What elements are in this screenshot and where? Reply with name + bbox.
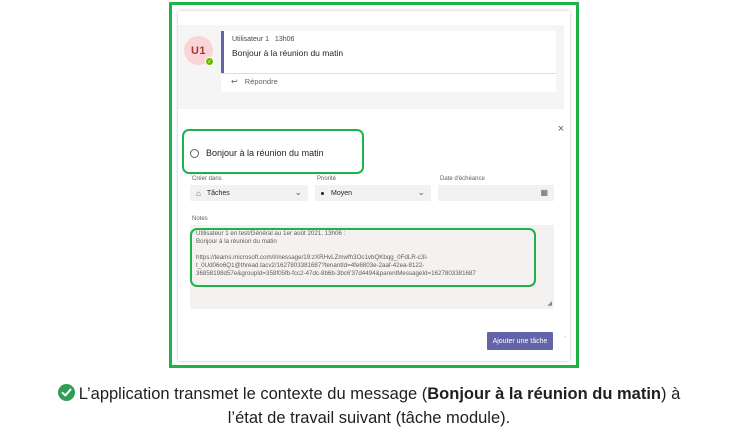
add-task-button[interactable]: Ajouter une tâche [487,332,553,350]
priority-label: Priorité [317,176,337,182]
reply-label: Répondre [244,77,278,86]
create-in-value: Tâches [206,189,230,197]
priority-value: Moyen [331,189,353,197]
message-time: 13h06 [274,36,295,43]
highlight-notes [190,228,536,287]
calendar-icon: ▦ [540,188,548,197]
due-date-picker[interactable]: ▦ [438,185,554,201]
caption-line2: l’état de travail suivant (tâche module)… [227,409,511,427]
caption-suffix: ) à [661,385,681,403]
complete-task-radio[interactable] [190,148,199,158]
chevron-down-icon: ⌄ [417,187,425,197]
reply-arrow-icon: ↩ [231,77,238,86]
home-icon: ⌂ [196,188,201,198]
create-in-select[interactable]: ⌂ Tâches ⌄ [190,185,308,201]
priority-select[interactable]: Moyen ⌄ [315,185,431,201]
create-in-label: Créer dans [192,176,222,182]
caption-prefix: L’application transmet le contexte du me… [78,385,428,403]
message-card[interactable]: Utilisateur 1 13h06 Bonjour à la réunion… [221,31,556,73]
reply-button[interactable]: ↩ Répondre [221,73,556,92]
message-author: Utilisateur 1 [232,36,269,43]
caption: L’application transmet le contexte du me… [0,382,738,430]
priority-dot-icon [321,191,324,195]
check-circle-icon [57,384,75,401]
more-options-icon[interactable]: · [564,333,566,340]
task-title[interactable]: Bonjour à la réunion du matin [206,148,324,158]
due-date-label: Date d'échéance [440,176,485,182]
teams-window: U1 ✓ Utilisateur 1 13h06 Bonjour à la ré… [178,11,570,361]
screenshot-frame: U1 ✓ Utilisateur 1 13h06 Bonjour à la ré… [169,2,579,368]
message-text: Bonjour à la réunion du matin [232,48,344,58]
resize-grip-icon[interactable]: ◢ [547,300,552,308]
chevron-down-icon: ⌄ [294,187,302,197]
close-icon[interactable]: × [555,123,567,135]
task-title-row: Bonjour à la réunion du matin [190,144,324,162]
presence-available-icon: ✓ [205,57,214,66]
message-meta: Utilisateur 1 13h06 [232,36,548,43]
notes-label: Notes [192,216,208,222]
caption-bold: Bonjour à la réunion du matin [427,385,662,403]
